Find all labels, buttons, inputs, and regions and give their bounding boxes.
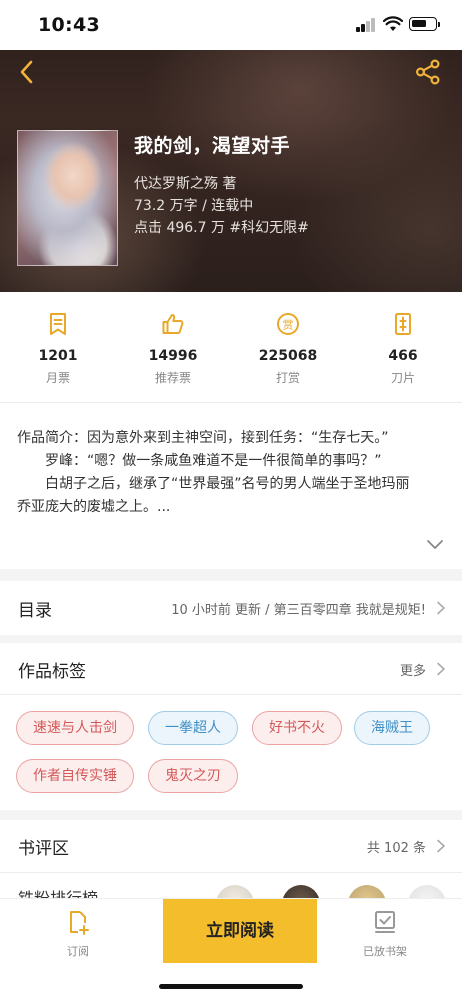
tag-chip[interactable]: 鬼灭之刃 — [148, 759, 238, 793]
share-icon[interactable] — [414, 58, 442, 86]
blade-icon — [395, 313, 411, 335]
subscribe-button[interactable]: 订阅 — [38, 909, 118, 959]
status-bar: 10:43 — [0, 0, 462, 50]
wifi-icon — [383, 16, 403, 31]
tag-chip[interactable]: 速速与人击剑 — [16, 711, 134, 745]
reviews-title: 书评区 — [18, 839, 69, 859]
book-word-count-status: 73.2 万字 / 连载中 — [134, 198, 254, 214]
stat-value: 1201 — [38, 348, 78, 364]
battery-icon — [409, 17, 440, 31]
book-author[interactable]: 代达罗斯之殇 著 — [134, 173, 236, 193]
subscribe-label: 订阅 — [67, 945, 89, 958]
stat-value: 466 — [388, 348, 418, 364]
book-clicks-category: 点击 496.7 万 #科幻无限# — [134, 220, 309, 236]
chevron-right-icon — [437, 839, 445, 853]
tag-list: 速速与人击剑 一拳超人 好书不火 海贼王 作者自传实锤 鬼灭之刃 — [0, 695, 462, 810]
section-gap — [0, 569, 462, 581]
read-now-button[interactable]: 立即阅读 — [163, 899, 317, 963]
status-time: 10:43 — [38, 14, 100, 36]
stat-recommend-ticket[interactable]: 14996 推荐票 — [128, 312, 218, 386]
svg-text:赏: 赏 — [283, 319, 294, 332]
tag-chip[interactable]: 一拳超人 — [148, 711, 238, 745]
stat-value: 225068 — [258, 348, 318, 364]
book-cover-image[interactable] — [17, 130, 118, 266]
tags-more-link: 更多 — [399, 664, 426, 679]
book-title: 我的剑，渴望对手 — [134, 135, 291, 157]
tag-chip[interactable]: 好书不火 — [252, 711, 342, 745]
section-gap — [0, 810, 462, 820]
stat-label: 推荐票 — [154, 371, 191, 385]
book-synopsis[interactable]: 作品简介：因为意外来到主神空间，接到任务：“生存七天。” 罗峰：“嗯？做一条咸鱼… — [0, 403, 462, 569]
stat-value: 14996 — [148, 348, 198, 364]
stat-label: 刀片 — [390, 371, 415, 385]
subscribe-icon — [70, 911, 89, 935]
book-header: 10:43 我的剑，渴望对手 代达罗斯之殇 著 73.2 万字 / 连载中 点击… — [0, 0, 462, 292]
stat-label: 打赏 — [275, 371, 300, 385]
home-indicator — [159, 984, 303, 989]
reviews-row[interactable]: 书评区 共 102 条 — [0, 820, 462, 872]
on-shelf-button[interactable]: 已放书架 — [345, 909, 425, 959]
reviews-count: 共 102 条 — [366, 841, 426, 856]
stat-blade[interactable]: 466 刀片 — [358, 312, 448, 386]
tags-header-row[interactable]: 作品标签 更多 — [0, 643, 462, 695]
catalog-title: 目录 — [18, 601, 52, 621]
catalog-row[interactable]: 目录 10 小时前 更新 / 第三百零四章 我就是规矩! — [0, 581, 462, 635]
bookshelf-check-icon — [375, 911, 395, 933]
section-gap — [0, 635, 462, 643]
stats-row: 1201 月票 14996 推荐票 赏 225068 打赏 466 刀片 — [0, 292, 462, 402]
stat-label: 月票 — [45, 371, 70, 385]
chevron-right-icon — [437, 662, 445, 676]
tag-chip[interactable]: 作者自传实锤 — [16, 759, 134, 793]
synopsis-line: 罗峰：“嗯？做一条咸鱼难道不是一件很简单的事吗？” — [17, 453, 382, 469]
monthly-ticket-icon — [50, 313, 66, 335]
stat-monthly-ticket[interactable]: 1201 月票 — [13, 312, 103, 386]
synopsis-line: 乔亚庞大的废墟之上。... — [17, 499, 171, 515]
latest-chapter: 10 小时前 更新 / 第三百零四章 我就是规矩! — [171, 603, 426, 618]
cellular-signal-icon — [356, 18, 376, 32]
tags-title: 作品标签 — [18, 662, 86, 682]
thumbs-up-icon — [162, 314, 184, 334]
back-arrow-icon[interactable] — [14, 58, 42, 86]
synopsis-line: 白胡子之后，继承了“世界最强”名号的男人端坐于圣地玛丽 — [17, 476, 410, 492]
chevron-right-icon — [437, 601, 445, 615]
expand-chevron-icon[interactable] — [424, 533, 446, 555]
stat-reward[interactable]: 赏 225068 打赏 — [243, 312, 333, 386]
synopsis-line: 作品简介：因为意外来到主神空间，接到任务：“生存七天。” — [17, 430, 389, 446]
reward-coin-icon: 赏 — [277, 313, 299, 335]
tag-chip[interactable]: 海贼王 — [354, 711, 430, 745]
on-shelf-label: 已放书架 — [363, 945, 407, 958]
